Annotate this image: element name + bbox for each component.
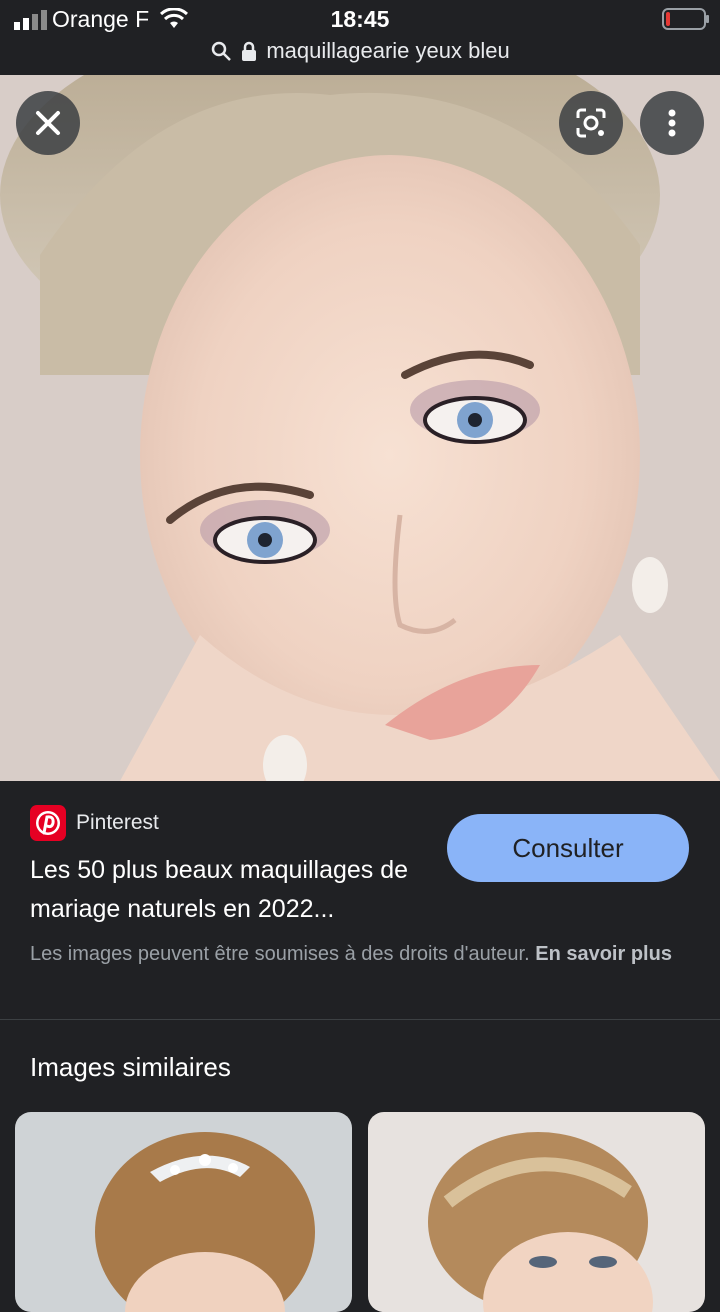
battery-icon <box>662 8 709 30</box>
similar-image-1[interactable] <box>15 1112 352 1312</box>
visit-button[interactable]: Consulter <box>447 814 689 882</box>
status-bar: Orange F 18:45 maquillagearie yeux bleu <box>0 0 720 75</box>
hero-image[interactable] <box>0 75 720 781</box>
pinterest-logo-icon <box>30 805 66 841</box>
bride-updo-thumbnail <box>368 1112 705 1312</box>
more-options-button[interactable] <box>640 91 704 155</box>
lens-button[interactable] <box>559 91 623 155</box>
result-title[interactable]: Les 50 plus beaux maquillages de mariage… <box>30 851 430 929</box>
bride-tiara-thumbnail <box>15 1112 352 1312</box>
source-row[interactable]: Pinterest <box>30 805 159 841</box>
clock: 18:45 <box>330 6 390 32</box>
result-info-panel: Pinterest Les 50 plus beaux maquillages … <box>0 781 720 1019</box>
similar-image-2[interactable] <box>368 1112 705 1312</box>
lock-icon <box>242 41 257 61</box>
divider <box>0 1019 720 1020</box>
close-button[interactable] <box>16 91 80 155</box>
url-text: maquillagearie yeux bleu <box>266 38 510 63</box>
copyright-text: Les images peuvent être soumises à des d… <box>30 943 530 965</box>
similar-images-heading: Images similaires <box>30 1052 231 1082</box>
learn-more-link[interactable]: En savoir plus <box>535 943 672 965</box>
bride-portrait-image <box>0 75 720 781</box>
lens-icon <box>576 108 606 138</box>
address-bar[interactable]: maquillagearie yeux bleu <box>0 38 720 64</box>
close-icon <box>36 111 60 135</box>
more-vertical-icon <box>668 109 676 137</box>
copyright-notice: Les images peuvent être soumises à des d… <box>30 939 690 970</box>
source-name: Pinterest <box>76 811 159 834</box>
search-icon <box>212 41 232 61</box>
